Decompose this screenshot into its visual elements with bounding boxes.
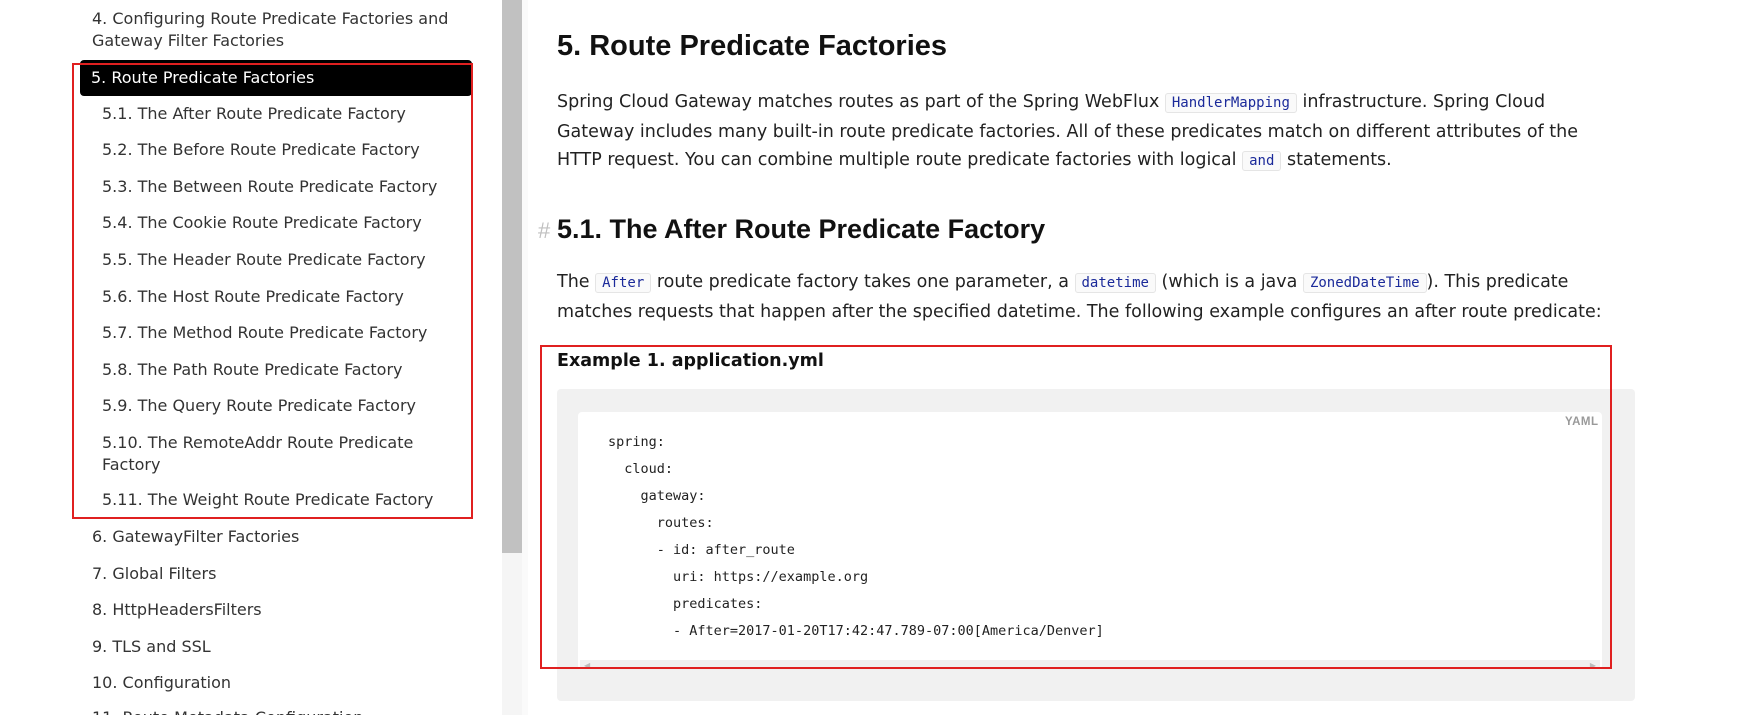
inline-code-after: After: [595, 273, 652, 293]
example-title: Example 1. application.yml: [557, 351, 824, 371]
inline-code-and: and: [1242, 151, 1282, 171]
section-title: 5. Route Predicate Factories: [557, 30, 948, 62]
code-line: uri: https://example.org: [608, 569, 869, 585]
code-line: spring:: [608, 434, 665, 450]
toc-item-5-11[interactable]: 5.11. The Weight Route Predicate Factory: [102, 489, 433, 511]
code-line: predicates:: [608, 596, 763, 612]
sidebar-scrollbar-thumb[interactable]: [502, 0, 522, 553]
code-line: gateway:: [608, 488, 706, 504]
toc-item-7[interactable]: 7. Global Filters: [92, 563, 216, 585]
anchor-link-icon[interactable]: #: [538, 218, 550, 244]
toc-item-5-3[interactable]: 5.3. The Between Route Predicate Factory: [102, 176, 437, 198]
code-line: - After=2017-01-20T17:42:47.789-07:00[Am…: [608, 623, 1104, 639]
code-line: - id: after_route: [608, 542, 795, 558]
toc-item-5-2[interactable]: 5.2. The Before Route Predicate Factory: [102, 139, 420, 161]
toc-item-8[interactable]: 8. HttpHeadersFilters: [92, 599, 262, 621]
inline-code-handlermapping: HandlerMapping: [1164, 93, 1297, 113]
code-language-label: YAML: [1565, 416, 1599, 428]
toc-item-5-4[interactable]: 5.4. The Cookie Route Predicate Factory: [102, 212, 422, 234]
toc-item-5-10[interactable]: 5.10. The RemoteAddr Route Predicate Fac…: [102, 432, 432, 476]
toc-item-6[interactable]: 6. GatewayFilter Factories: [92, 526, 299, 548]
toc-item-5-active[interactable]: 5. Route Predicate Factories: [80, 60, 472, 96]
toc-item-4[interactable]: 4. Configuring Route Predicate Factories…: [92, 8, 472, 52]
toc-item-5-7[interactable]: 5.7. The Method Route Predicate Factory: [102, 322, 427, 344]
inline-code-datetime: datetime: [1074, 273, 1156, 293]
after-paragraph: The After route predicate factory takes …: [557, 272, 1602, 322]
toc-sidebar: 4. Configuring Route Predicate Factories…: [0, 0, 502, 715]
toc-item-11[interactable]: 11. Route Metadata Configuration: [92, 707, 363, 715]
toc-item-9[interactable]: 9. TLS and SSL: [92, 636, 211, 658]
scroll-right-icon[interactable]: ▶: [1590, 661, 1596, 670]
main-content: 5. Route Predicate Factories Spring Clou…: [528, 0, 1762, 715]
inline-code-zoneddatetime: ZonedDateTime: [1302, 273, 1427, 293]
toc-item-5-1[interactable]: 5.1. The After Route Predicate Factory: [102, 103, 406, 125]
intro-paragraph: Spring Cloud Gateway matches routes as p…: [557, 92, 1578, 171]
code-horizontal-scrollbar[interactable]: ◀ ▶: [580, 660, 1600, 670]
scroll-left-icon[interactable]: ◀: [584, 661, 590, 670]
toc-item-5-label: 5. Route Predicate Factories: [91, 68, 315, 87]
code-line: cloud:: [608, 461, 674, 477]
toc-item-10[interactable]: 10. Configuration: [92, 672, 231, 694]
subsection-title: 5.1. The After Route Predicate Factory: [557, 214, 1046, 244]
toc-item-5-8[interactable]: 5.8. The Path Route Predicate Factory: [102, 359, 403, 381]
toc-item-5-5[interactable]: 5.5. The Header Route Predicate Factory: [102, 249, 426, 271]
code-line: routes:: [608, 515, 714, 531]
toc-item-5-9[interactable]: 5.9. The Query Route Predicate Factory: [102, 395, 416, 417]
toc-item-5-6[interactable]: 5.6. The Host Route Predicate Factory: [102, 286, 404, 308]
